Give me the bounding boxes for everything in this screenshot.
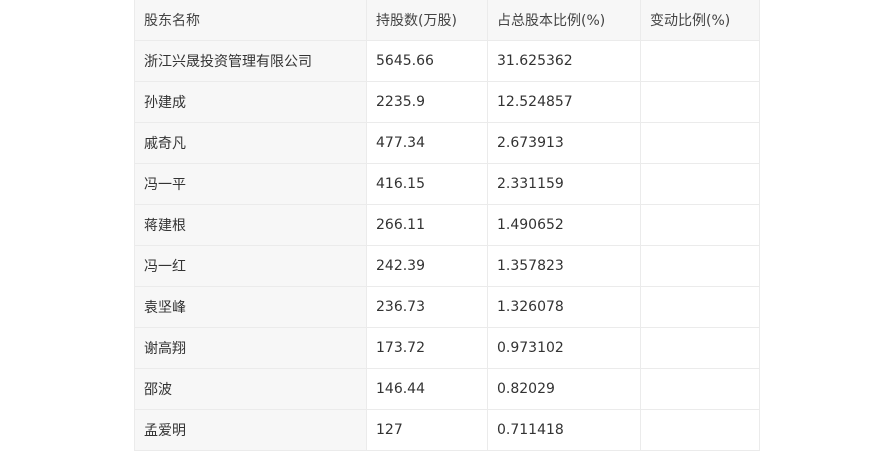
cell-change-ratio — [640, 409, 760, 451]
cell-shares-held: 146.44 — [366, 368, 488, 410]
cell-shareholder-name: 浙江兴晟投资管理有限公司 — [134, 40, 367, 82]
header-change-ratio: 变动比例(%) — [640, 0, 760, 41]
table-row: 浙江兴晟投资管理有限公司 5645.66 31.625362 — [134, 40, 760, 82]
cell-shares-held: 127 — [366, 409, 488, 451]
cell-shares-held: 477.34 — [366, 122, 488, 164]
cell-share-ratio: 31.625362 — [487, 40, 641, 82]
cell-shareholder-name: 蒋建根 — [134, 204, 367, 246]
cell-change-ratio — [640, 368, 760, 410]
cell-shares-held: 5645.66 — [366, 40, 488, 82]
cell-shareholder-name: 冯一红 — [134, 245, 367, 287]
cell-shares-held: 242.39 — [366, 245, 488, 287]
table-row: 冯一平 416.15 2.331159 — [134, 163, 760, 205]
header-share-ratio: 占总股本比例(%) — [487, 0, 641, 41]
cell-shareholder-name: 孙建成 — [134, 81, 367, 123]
cell-share-ratio: 0.973102 — [487, 327, 641, 369]
table-row: 戚奇凡 477.34 2.673913 — [134, 122, 760, 164]
cell-share-ratio: 12.524857 — [487, 81, 641, 123]
cell-shares-held: 236.73 — [366, 286, 488, 328]
table-row: 蒋建根 266.11 1.490652 — [134, 204, 760, 246]
table-body: 浙江兴晟投资管理有限公司 5645.66 31.625362 孙建成 2235.… — [134, 40, 760, 451]
cell-shareholder-name: 袁坚峰 — [134, 286, 367, 328]
cell-shares-held: 173.72 — [366, 327, 488, 369]
cell-share-ratio: 1.326078 — [487, 286, 641, 328]
cell-change-ratio — [640, 122, 760, 164]
cell-share-ratio: 2.673913 — [487, 122, 641, 164]
cell-change-ratio — [640, 40, 760, 82]
table-row: 邵波 146.44 0.82029 — [134, 368, 760, 410]
cell-share-ratio: 2.331159 — [487, 163, 641, 205]
cell-change-ratio — [640, 163, 760, 205]
cell-shareholder-name: 谢高翔 — [134, 327, 367, 369]
cell-change-ratio — [640, 245, 760, 287]
cell-change-ratio — [640, 286, 760, 328]
cell-share-ratio: 0.82029 — [487, 368, 641, 410]
cell-shares-held: 416.15 — [366, 163, 488, 205]
cell-shareholder-name: 冯一平 — [134, 163, 367, 205]
header-row: 股东名称 持股数(万股) 占总股本比例(%) 变动比例(%) — [134, 0, 760, 41]
cell-shareholder-name: 戚奇凡 — [134, 122, 367, 164]
cell-share-ratio: 1.490652 — [487, 204, 641, 246]
cell-shareholder-name: 邵波 — [134, 368, 367, 410]
shareholder-table: 股东名称 持股数(万股) 占总股本比例(%) 变动比例(%) 浙江兴晟投资管理有… — [134, 0, 760, 451]
cell-change-ratio — [640, 204, 760, 246]
table-row: 孟爱明 127 0.711418 — [134, 409, 760, 451]
shareholder-table-container: 股东名称 持股数(万股) 占总股本比例(%) 变动比例(%) 浙江兴晟投资管理有… — [134, 0, 760, 451]
cell-change-ratio — [640, 81, 760, 123]
table-row: 孙建成 2235.9 12.524857 — [134, 81, 760, 123]
cell-share-ratio: 0.711418 — [487, 409, 641, 451]
header-shareholder-name: 股东名称 — [134, 0, 367, 41]
cell-shares-held: 266.11 — [366, 204, 488, 246]
cell-share-ratio: 1.357823 — [487, 245, 641, 287]
cell-change-ratio — [640, 327, 760, 369]
table-header: 股东名称 持股数(万股) 占总股本比例(%) 变动比例(%) — [134, 0, 760, 41]
table-row: 袁坚峰 236.73 1.326078 — [134, 286, 760, 328]
cell-shareholder-name: 孟爱明 — [134, 409, 367, 451]
cell-shares-held: 2235.9 — [366, 81, 488, 123]
table-row: 谢高翔 173.72 0.973102 — [134, 327, 760, 369]
header-shares-held: 持股数(万股) — [366, 0, 488, 41]
table-row: 冯一红 242.39 1.357823 — [134, 245, 760, 287]
